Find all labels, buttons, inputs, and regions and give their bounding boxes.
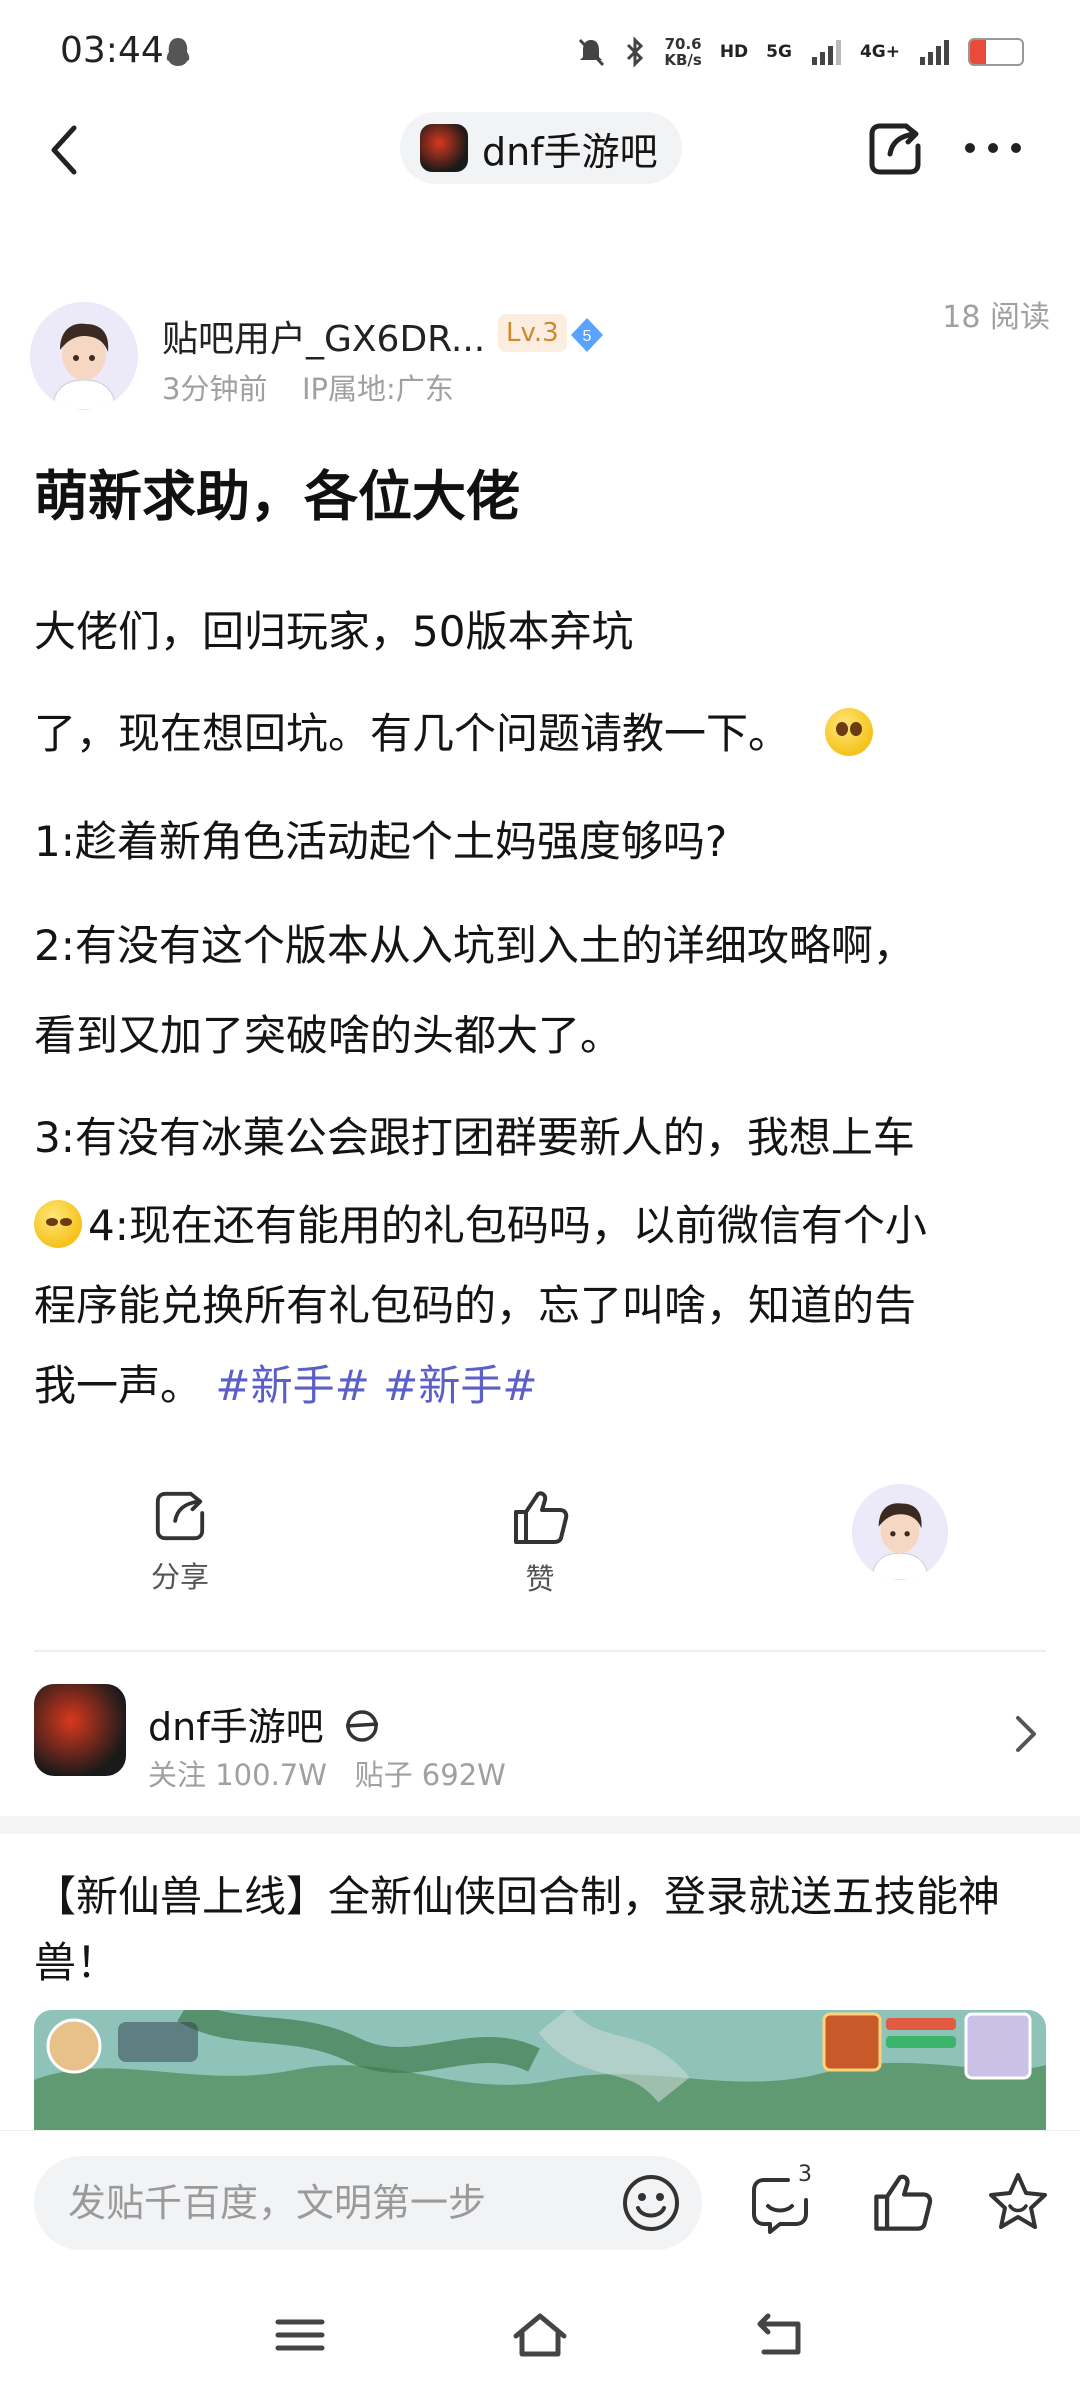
like-action[interactable]: 赞 bbox=[480, 1488, 600, 1598]
member-diamond-icon: 5 bbox=[571, 318, 603, 352]
svg-text:5: 5 bbox=[583, 328, 592, 345]
section-separator bbox=[0, 1816, 1080, 1834]
hashtag-link[interactable]: #新手# bbox=[383, 1361, 537, 1410]
post-title: 萌新求助，各位大佬 bbox=[34, 465, 520, 528]
ad-title[interactable]: 【新仙兽上线】全新仙侠回合制，登录就送五技能神兽！ bbox=[34, 1864, 1046, 1996]
post-body-line: 4:现在还有能用的礼包码吗，以前微信有个小 bbox=[34, 1192, 927, 1253]
favorite-star-icon[interactable] bbox=[986, 2170, 1050, 2234]
sim1-network: 5G bbox=[766, 42, 792, 62]
post-body-line: 程序能兑换所有礼包码的，忘了叫啥，知道的告 bbox=[34, 1281, 917, 1330]
status-time: 03:44 bbox=[60, 30, 164, 71]
net-speed: 70.6 KB/s bbox=[664, 35, 702, 69]
pleading-face-emoji-icon bbox=[825, 708, 874, 756]
game-scene-illustration bbox=[34, 2010, 1046, 2130]
forum-badge-icon bbox=[345, 1710, 378, 1742]
worried-face-emoji-icon bbox=[34, 1200, 82, 1248]
home-icon[interactable] bbox=[510, 2310, 570, 2360]
divider bbox=[34, 1650, 1046, 1652]
post-body-line: 大佬们，回归玩家，50版本弃坑 bbox=[34, 607, 634, 656]
post-body-line: 3:有没有冰菓公会跟打团群要新人的，我想上车 bbox=[34, 1113, 915, 1162]
thumbs-up-icon bbox=[514, 1491, 569, 1544]
post-body-text: 4:现在还有能用的礼包码吗，以前微信有个小 bbox=[88, 1201, 927, 1250]
chevron-right-icon[interactable] bbox=[1012, 1712, 1040, 1756]
forum-card-logo[interactable] bbox=[34, 1684, 126, 1776]
forum-card-stats: 关注 100.7W 贴子 692W bbox=[148, 1758, 506, 1792]
post-body-text: 我一声。 bbox=[34, 1361, 203, 1410]
forum-title-pill[interactable]: dnf手游吧 bbox=[400, 112, 682, 184]
avatar-illustration-icon bbox=[852, 1484, 948, 1580]
system-navigation-bar bbox=[0, 2270, 1080, 2400]
battery-indicator: 15 bbox=[968, 38, 1024, 66]
like-label: 赞 bbox=[525, 1562, 555, 1596]
bluetooth-icon bbox=[627, 36, 644, 68]
author-name[interactable]: 贴吧用户_GX6DR... bbox=[162, 310, 485, 362]
hashtag-link[interactable]: #新手# bbox=[215, 1361, 369, 1410]
post-body-line: 了，现在想回坑。有几个问题请教一下。 bbox=[34, 700, 874, 761]
share-label: 分享 bbox=[150, 1560, 209, 1594]
post-ip-location: IP属地:广东 bbox=[302, 372, 454, 406]
signal-icon-1 bbox=[811, 40, 841, 65]
forum-name: dnf手游吧 bbox=[482, 129, 658, 174]
mute-icon bbox=[579, 38, 605, 67]
signal-icon-2 bbox=[920, 40, 949, 65]
author-avatar[interactable] bbox=[30, 302, 138, 410]
comment-input[interactable] bbox=[34, 2156, 702, 2250]
post-body-line: 我一声。 #新手# #新手# bbox=[34, 1352, 538, 1413]
liker-avatar[interactable] bbox=[852, 1484, 948, 1580]
qq-notification-icon bbox=[166, 38, 190, 66]
forum-card-name[interactable]: dnf手游吧 bbox=[148, 1696, 382, 1751]
post-body-line: 1:趁着新角色活动起个土妈强度够吗? bbox=[34, 817, 728, 866]
back-icon[interactable] bbox=[40, 120, 90, 180]
post-time: 3分钟前 bbox=[162, 372, 268, 406]
share-icon bbox=[155, 1491, 205, 1541]
sim2-network: 4G+ bbox=[859, 42, 900, 62]
comment-count: 3 bbox=[798, 2162, 812, 2187]
emoji-icon[interactable] bbox=[620, 2172, 682, 2234]
share-action[interactable]: 分享 bbox=[120, 1488, 240, 1596]
read-count: 18 阅读 bbox=[942, 300, 1050, 335]
hd-indicator: HD bbox=[719, 42, 749, 62]
post-body-line: 2:有没有这个版本从入坑到入土的详细攻略啊， bbox=[34, 921, 915, 970]
status-indicators: 70.6 KB/s HD 5G 4G+ 15 bbox=[576, 30, 1024, 74]
share-icon[interactable] bbox=[866, 120, 924, 178]
ad-game-image[interactable] bbox=[34, 2010, 1046, 2130]
avatar-illustration-icon bbox=[30, 302, 138, 410]
forum-logo-icon bbox=[420, 124, 468, 172]
post-body-line: 看到又加了突破啥的头都大了。 bbox=[34, 1011, 623, 1060]
status-bar: 03:44 70.6 KB/s HD 5G 4G+ 15 bbox=[0, 0, 1080, 110]
more-options-icon[interactable] bbox=[962, 128, 1024, 168]
thumbs-up-icon[interactable] bbox=[870, 2170, 934, 2234]
menu-icon[interactable] bbox=[270, 2310, 330, 2360]
back-nav-icon[interactable] bbox=[750, 2310, 810, 2360]
post-body-text: 了，现在想回坑。有几个问题请教一下。 bbox=[34, 709, 791, 758]
level-badge: Lv.3 bbox=[498, 314, 567, 352]
